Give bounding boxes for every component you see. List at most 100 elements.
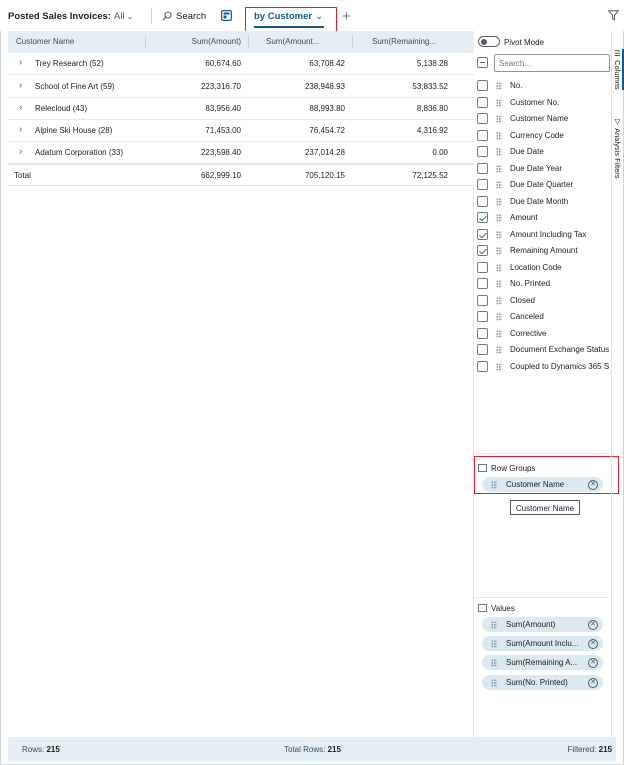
drag-handle-icon[interactable] (491, 678, 497, 687)
drag-handle-icon[interactable] (496, 148, 502, 156)
remove-icon[interactable]: ✕ (588, 638, 598, 649)
search-button[interactable]: Search (162, 11, 206, 22)
column-field-canceled[interactable]: Canceled (477, 310, 617, 325)
table-row[interactable]: › Trey Research (52) 60,674.60 63,708.42… (8, 53, 474, 75)
column-divider[interactable] (352, 36, 353, 48)
column-field-customer-no[interactable]: Customer No. (477, 96, 617, 111)
drag-handle-icon[interactable] (496, 181, 502, 189)
tab-analysis-filters[interactable]: ▽ Analysis Filters (613, 117, 622, 179)
drag-handle-icon[interactable] (496, 99, 502, 107)
field-checkbox[interactable] (477, 328, 488, 339)
column-field-due-date-quarter[interactable]: Due Date Quarter (477, 178, 617, 193)
field-checkbox[interactable] (477, 278, 488, 289)
drag-handle-icon[interactable] (496, 264, 502, 272)
value-chip[interactable]: Sum(Amount Inclu... ✕ (482, 636, 603, 651)
drag-handle-icon[interactable] (496, 313, 502, 321)
column-field-currency-code[interactable]: Currency Code (477, 129, 617, 144)
field-checkbox[interactable] (477, 97, 488, 108)
column-header-sum-remaining[interactable]: Sum(Remaining... (372, 37, 462, 46)
drag-handle-icon[interactable] (496, 82, 502, 90)
drag-handle-icon[interactable] (496, 115, 502, 123)
remove-icon[interactable]: ✕ (588, 677, 598, 688)
column-field-amount[interactable]: Amount (477, 211, 617, 226)
field-checkbox[interactable] (477, 113, 488, 124)
column-field-customer-name[interactable]: Customer Name (477, 112, 617, 127)
drag-handle-icon[interactable] (496, 214, 502, 222)
field-checkbox[interactable] (477, 179, 488, 190)
column-divider[interactable] (145, 36, 146, 48)
column-search-input[interactable] (494, 54, 610, 72)
column-field-corrective[interactable]: Corrective (477, 327, 617, 342)
field-checkbox[interactable] (477, 361, 488, 372)
field-checkbox[interactable] (477, 146, 488, 157)
drag-handle-icon[interactable] (496, 165, 502, 173)
table-row[interactable]: › Alpine Ski House (28) 71,453.00 76,454… (8, 120, 474, 142)
field-checkbox[interactable] (477, 80, 488, 91)
value-chip[interactable]: Sum(Remaining A... ✕ (482, 655, 603, 670)
drag-handle-icon[interactable] (496, 297, 502, 305)
value-chip[interactable]: Sum(No. Printed) ✕ (482, 675, 603, 690)
column-field-due-date[interactable]: Due Date (477, 145, 617, 160)
view-filter-dropdown[interactable]: All ⌄ (114, 11, 133, 22)
row-group-chip-customer-name[interactable]: Customer Name ✕ (482, 477, 603, 492)
field-checkbox-checked[interactable] (477, 245, 488, 256)
pivot-mode-toggle[interactable]: Pivot Mode (478, 36, 544, 47)
tab-columns[interactable]: ☰ Columns (613, 49, 624, 90)
column-field-remaining-amount[interactable]: Remaining Amount (477, 244, 617, 259)
table-row[interactable]: › Relecloud (43) 83,956.40 88,993.80 8,8… (8, 98, 474, 120)
drag-handle-icon[interactable] (496, 346, 502, 354)
drag-handle-icon[interactable] (496, 132, 502, 140)
drag-handle-icon[interactable] (491, 639, 497, 648)
remove-icon[interactable]: ✕ (588, 479, 598, 490)
chevron-right-icon[interactable]: › (19, 124, 22, 135)
column-field-coupled-dynamics[interactable]: Coupled to Dynamics 365 S (477, 360, 611, 375)
field-label: No. Printed (510, 279, 551, 288)
drag-handle-icon[interactable] (496, 231, 502, 239)
drag-handle-icon[interactable] (496, 280, 502, 288)
drag-handle-icon[interactable] (496, 330, 502, 338)
column-field-due-date-month[interactable]: Due Date Month (477, 195, 617, 210)
field-checkbox[interactable] (477, 130, 488, 141)
values-title: Values (478, 604, 515, 613)
chevron-right-icon[interactable]: › (19, 102, 22, 113)
field-checkbox[interactable] (477, 262, 488, 273)
field-checkbox[interactable] (477, 344, 488, 355)
field-checkbox[interactable] (477, 163, 488, 174)
drag-handle-icon[interactable] (491, 620, 497, 629)
toggle-switch[interactable] (478, 36, 500, 47)
value-chip[interactable]: Sum(Amount) ✕ (482, 617, 603, 632)
column-field-amount-incl-tax[interactable]: Amount Including Tax (477, 228, 617, 243)
column-field-no-printed[interactable]: No. Printed (477, 277, 617, 292)
remove-icon[interactable]: ✕ (588, 619, 598, 630)
field-checkbox-checked[interactable] (477, 212, 488, 223)
table-row[interactable]: › Adatum Corporation (33) 223,598.40 237… (8, 142, 474, 164)
column-field-location-code[interactable]: Location Code (477, 261, 617, 276)
drag-handle-icon[interactable] (491, 480, 497, 489)
field-checkbox[interactable] (477, 196, 488, 207)
column-field-no[interactable]: No. (477, 79, 617, 94)
filter-icon[interactable] (607, 10, 620, 23)
drag-handle-icon[interactable] (496, 363, 502, 371)
column-field-doc-exchange-status[interactable]: Document Exchange Status (477, 343, 611, 358)
add-tab-button[interactable]: + (342, 8, 351, 25)
field-checkbox-checked[interactable] (477, 229, 488, 240)
column-header-customer-name[interactable]: Customer Name (16, 37, 146, 46)
chevron-right-icon[interactable]: › (19, 57, 22, 68)
field-checkbox[interactable] (477, 311, 488, 322)
column-field-due-date-year[interactable]: Due Date Year (477, 162, 617, 177)
field-checkbox[interactable] (477, 295, 488, 306)
column-header-sum-amount[interactable]: Sum(Amount) (148, 37, 241, 46)
chevron-right-icon[interactable]: › (19, 146, 22, 157)
tab-by-customer[interactable]: by Customer ⌄ (254, 11, 323, 22)
remove-icon[interactable]: ✕ (588, 657, 598, 668)
drag-handle-icon[interactable] (491, 658, 497, 667)
column-header-sum-amount-incl[interactable]: Sum(Amount... (266, 37, 346, 46)
drag-handle-icon[interactable] (496, 198, 502, 206)
select-all-checkbox[interactable] (477, 57, 488, 68)
column-divider[interactable] (248, 36, 249, 48)
chevron-right-icon[interactable]: › (19, 80, 22, 91)
table-row[interactable]: › School of Fine Art (59) 223,316.70 238… (8, 76, 474, 98)
column-field-closed[interactable]: Closed (477, 294, 617, 309)
analysis-mode-icon[interactable] (221, 10, 233, 23)
drag-handle-icon[interactable] (496, 247, 502, 255)
